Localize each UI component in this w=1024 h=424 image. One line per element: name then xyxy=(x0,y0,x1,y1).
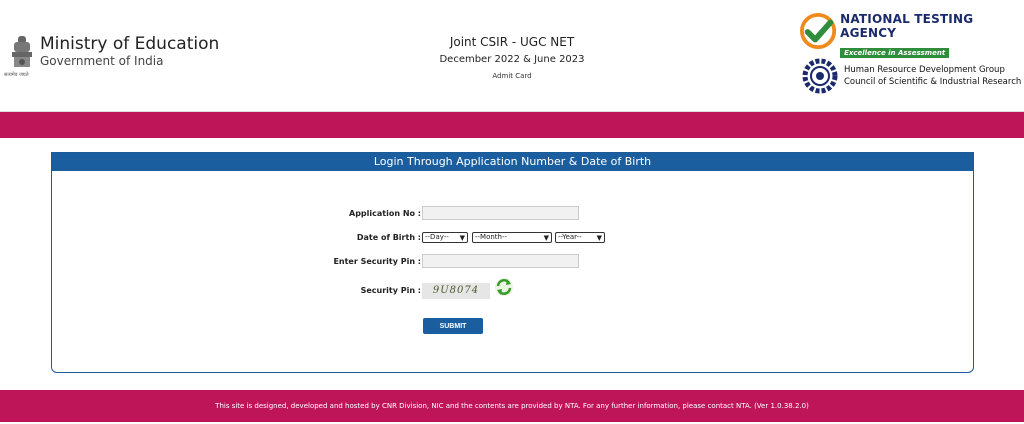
application-label: Application No : xyxy=(349,209,421,218)
application-number-input[interactable] xyxy=(422,206,579,220)
captcha-label: Security Pin : xyxy=(360,286,421,295)
exam-heading: Joint CSIR - UGC NET December 2022 & Jun… xyxy=(380,34,644,82)
chevron-down-icon: ▼ xyxy=(596,234,602,242)
csir-logo: Human Resource Development Group Council… xyxy=(800,56,1021,96)
captcha-image: 9U8074 xyxy=(422,283,490,299)
month-select[interactable]: --Month-- ▼ xyxy=(472,232,552,243)
login-panel: Login Through Application Number & Date … xyxy=(51,152,974,373)
month-select-value: --Month-- xyxy=(475,233,508,241)
login-panel-title: Login Through Application Number & Date … xyxy=(52,153,973,171)
main-content: Login Through Application Number & Date … xyxy=(0,138,1024,390)
nta-logo: NATIONAL TESTING AGENCY Excellence in As… xyxy=(800,12,1024,59)
dob-label: Date of Birth : xyxy=(356,233,421,242)
page-footer: This site is designed, developed and hos… xyxy=(0,390,1024,422)
csir-line-1: Human Resource Development Group xyxy=(844,65,1005,75)
exam-title: Joint CSIR - UGC NET xyxy=(449,35,575,49)
day-select[interactable]: --Day-- ▼ xyxy=(422,232,468,243)
application-row: Application No : xyxy=(52,206,973,222)
day-select-value: --Day-- xyxy=(425,233,449,241)
year-select[interactable]: --Year-- ▼ xyxy=(555,232,605,243)
csir-gear-icon xyxy=(802,58,838,94)
page-header: Ministry of Education Government of Indi… xyxy=(0,0,1024,112)
document-type: Admit Card xyxy=(492,72,532,80)
captcha-row: Security Pin : 9U8074 xyxy=(52,278,973,299)
security-pin-input[interactable] xyxy=(422,254,579,268)
nta-check-icon xyxy=(800,12,837,50)
chevron-down-icon: ▼ xyxy=(459,234,465,242)
nta-title: NATIONAL TESTING AGENCY xyxy=(840,12,974,40)
ministry-title: Ministry of Education xyxy=(40,34,220,54)
submit-button[interactable]: SUBMIT xyxy=(423,318,483,334)
year-select-value: --Year-- xyxy=(558,233,582,241)
security-pin-row: Enter Security Pin : xyxy=(52,254,973,270)
security-pin-label: Enter Security Pin : xyxy=(333,257,421,266)
emblem-caption: सत्यमेव जयते xyxy=(4,72,29,78)
refresh-icon[interactable] xyxy=(494,277,514,297)
exam-session: December 2022 & June 2023 xyxy=(439,54,585,65)
csir-line-2: Council of Scientific & Industrial Resea… xyxy=(844,77,1022,87)
dob-row: Date of Birth : --Day-- ▼ --Month-- ▼ --… xyxy=(52,230,973,246)
chevron-down-icon: ▼ xyxy=(543,234,549,242)
ministry-subtitle: Government of India xyxy=(40,54,164,68)
ministry-logo: Ministry of Education Government of Indi… xyxy=(8,34,219,78)
top-band xyxy=(0,112,1024,138)
